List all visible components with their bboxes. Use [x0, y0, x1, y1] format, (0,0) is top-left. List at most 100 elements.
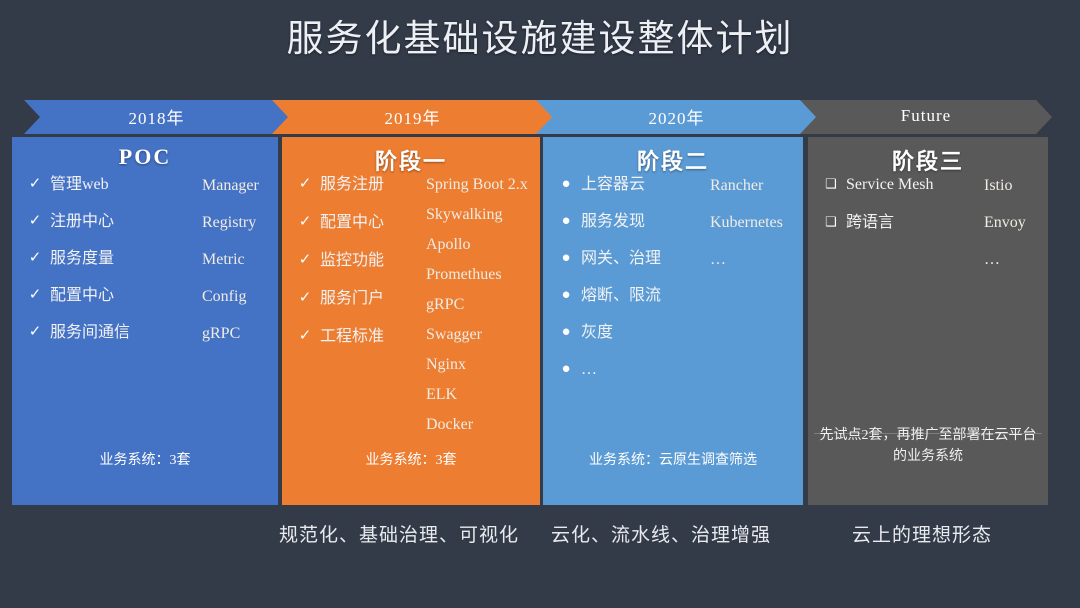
list-item-label: 监控功能 [320, 252, 385, 269]
phase-caption-stage1: 规范化、基础治理、可视化 [278, 525, 519, 546]
list-item-label: 灰度 [581, 324, 614, 341]
check-icon: ✓ [298, 214, 312, 230]
list-item: ● 熔断、限流 [551, 288, 661, 304]
check-icon: ✓ [298, 176, 312, 192]
phase-tech-poc: Manager Registry Metric Config gRPC [202, 178, 259, 342]
phase-title-stage2: 阶段二 [636, 149, 709, 174]
list-item: ● 上容器云 [551, 177, 661, 193]
page-title: 服务化基础设施建设整体计划 [286, 19, 794, 60]
list-item: ❑ Service Mesh [816, 176, 934, 193]
check-icon: ✓ [28, 324, 42, 340]
list-item: ✓ 工程标准 [290, 329, 384, 345]
timeline-label-2019: 2019年 [384, 108, 441, 128]
timeline-segment-2018[interactable]: 2018年 [24, 100, 289, 134]
check-icon: ✓ [28, 213, 42, 229]
tech-item: … [710, 251, 726, 268]
list-item-label: 服务发现 [581, 213, 646, 230]
timeline-segment-2020[interactable]: 2020年 [536, 100, 817, 134]
phase-column-stage1: 阶段一 ✓ 服务注册 ✓ 配置中心 ✓ 监控功能 ✓ 服务门户 ✓ 工程标准 S… [282, 137, 540, 505]
list-item-label: 服务注册 [320, 176, 385, 193]
phase-note-stage3: 先试点2套，再推广至部署在云平台的业务系统 [819, 428, 1037, 464]
tech-item: Skywalking [426, 206, 503, 223]
phase-column-poc: POC ✓ 管理web ✓ 注册中心 ✓ 服务度量 ✓ 配置中心 ✓ 服务间通信 [12, 137, 278, 505]
phase-note-poc: 业务系统：3套 [99, 453, 191, 468]
tech-item: Swagger [426, 326, 482, 343]
tech-item: Manager [202, 177, 259, 194]
phase-title-stage3: 阶段三 [891, 149, 964, 174]
tech-item: … [984, 251, 1000, 268]
phase-note-stage1: 业务系统：3套 [365, 453, 457, 468]
phase-tech-stage1: Spring Boot 2.x Skywalking Apollo Promet… [426, 177, 528, 433]
list-item: ● … [551, 362, 661, 378]
tech-item: Promethues [426, 266, 502, 283]
timeline-label-future: Future [900, 106, 952, 125]
timeline-segment-2019[interactable]: 2019年 [272, 100, 553, 134]
list-item-label: 跨语言 [846, 214, 895, 231]
phase-items-stage2: ● 上容器云 ● 服务发现 ● 网关、治理 ● 熔断、限流 ● 灰度 ● … [551, 177, 661, 378]
check-icon: ✓ [298, 290, 312, 306]
list-item: ● 网关、治理 [551, 251, 661, 267]
phase-note-stage2: 业务系统：云原生调查筛选 [589, 453, 757, 468]
list-item-label: Service Mesh [846, 176, 934, 193]
check-icon: ✓ [28, 250, 42, 266]
check-icon: ✓ [28, 287, 42, 303]
tech-item: Config [202, 288, 247, 305]
tech-item: Spring Boot 2.x [426, 176, 528, 193]
phase-title-poc: POC [118, 144, 172, 169]
phase-items-poc: ✓ 管理web ✓ 注册中心 ✓ 服务度量 ✓ 配置中心 ✓ 服务间通信 [20, 177, 130, 341]
tech-item: Registry [202, 214, 257, 231]
phase-column-stage3: 阶段三 ❑ Service Mesh ❑ 跨语言 Istio Envoy … 先… [808, 137, 1048, 505]
tech-item: gRPC [426, 296, 465, 313]
phase-column-stage2: 阶段二 ● 上容器云 ● 服务发现 ● 网关、治理 ● 熔断、限流 ● 灰度 ●… [543, 137, 803, 505]
timeline-label-2018: 2018年 [128, 108, 185, 128]
list-item-label: 网关、治理 [581, 250, 662, 267]
checkbox-icon: ❑ [825, 214, 837, 229]
list-item: ✓ 服务门户 [290, 291, 384, 307]
list-item: ✓ 服务间通信 [20, 325, 130, 341]
tech-item: Envoy [984, 214, 1026, 231]
bullet-icon: ● [561, 176, 571, 192]
tech-item: Docker [426, 416, 474, 433]
check-icon: ✓ [28, 176, 42, 192]
list-item-label: 服务间通信 [50, 324, 131, 341]
list-item: ● 服务发现 [551, 214, 661, 230]
list-item: ✓ 服务度量 [20, 251, 130, 267]
list-item-label: 配置中心 [320, 214, 385, 231]
list-item: ● 灰度 [551, 325, 661, 341]
tech-item: Metric [202, 251, 245, 268]
list-item: ❑ 跨语言 [816, 215, 934, 231]
list-item: ✓ 配置中心 [290, 215, 384, 231]
tech-item: Apollo [426, 236, 471, 253]
phase-captions: 规范化、基础治理、可视化 云化、流水线、治理增强 云上的理想形态 [0, 520, 1080, 554]
tech-item: Kubernetes [710, 214, 783, 231]
timeline-banner: 2018年 2019年 2020年 Future [24, 100, 1052, 134]
tech-item: Nginx [426, 356, 466, 373]
phase-tech-stage3: Istio Envoy … [984, 178, 1026, 268]
list-item: ✓ 服务注册 [290, 177, 384, 193]
phase-items-stage3: ❑ Service Mesh ❑ 跨语言 [816, 176, 934, 231]
list-item: ✓ 配置中心 [20, 288, 130, 304]
phase-tech-stage2: Rancher Kubernetes … [710, 178, 783, 268]
timeline-label-2020: 2020年 [648, 108, 705, 128]
tech-item: Istio [984, 177, 1013, 194]
bullet-icon: ● [561, 213, 571, 229]
timeline-segment-future[interactable]: Future [800, 100, 1052, 134]
tech-item: gRPC [202, 325, 241, 342]
check-icon: ✓ [298, 328, 312, 344]
list-item: ✓ 管理web [20, 177, 130, 193]
list-item-label: 熔断、限流 [581, 287, 662, 304]
checkbox-icon: ❑ [825, 176, 837, 191]
phase-caption-stage2: 云化、流水线、治理增强 [550, 525, 771, 546]
phase-items-stage1: ✓ 服务注册 ✓ 配置中心 ✓ 监控功能 ✓ 服务门户 ✓ 工程标准 [290, 177, 384, 345]
tech-item: ELK [426, 386, 458, 403]
list-item: ✓ 监控功能 [290, 253, 384, 269]
list-item-label: 配置中心 [50, 287, 115, 304]
list-item-label: 上容器云 [581, 176, 646, 193]
list-item-label: 工程标准 [320, 328, 385, 345]
list-item-label: 注册中心 [50, 213, 115, 230]
list-item-label: 服务门户 [320, 290, 385, 307]
list-item: ✓ 注册中心 [20, 214, 130, 230]
tech-item: Rancher [710, 177, 764, 194]
list-item-label: 管理web [50, 176, 109, 193]
list-item-label: … [581, 361, 597, 378]
